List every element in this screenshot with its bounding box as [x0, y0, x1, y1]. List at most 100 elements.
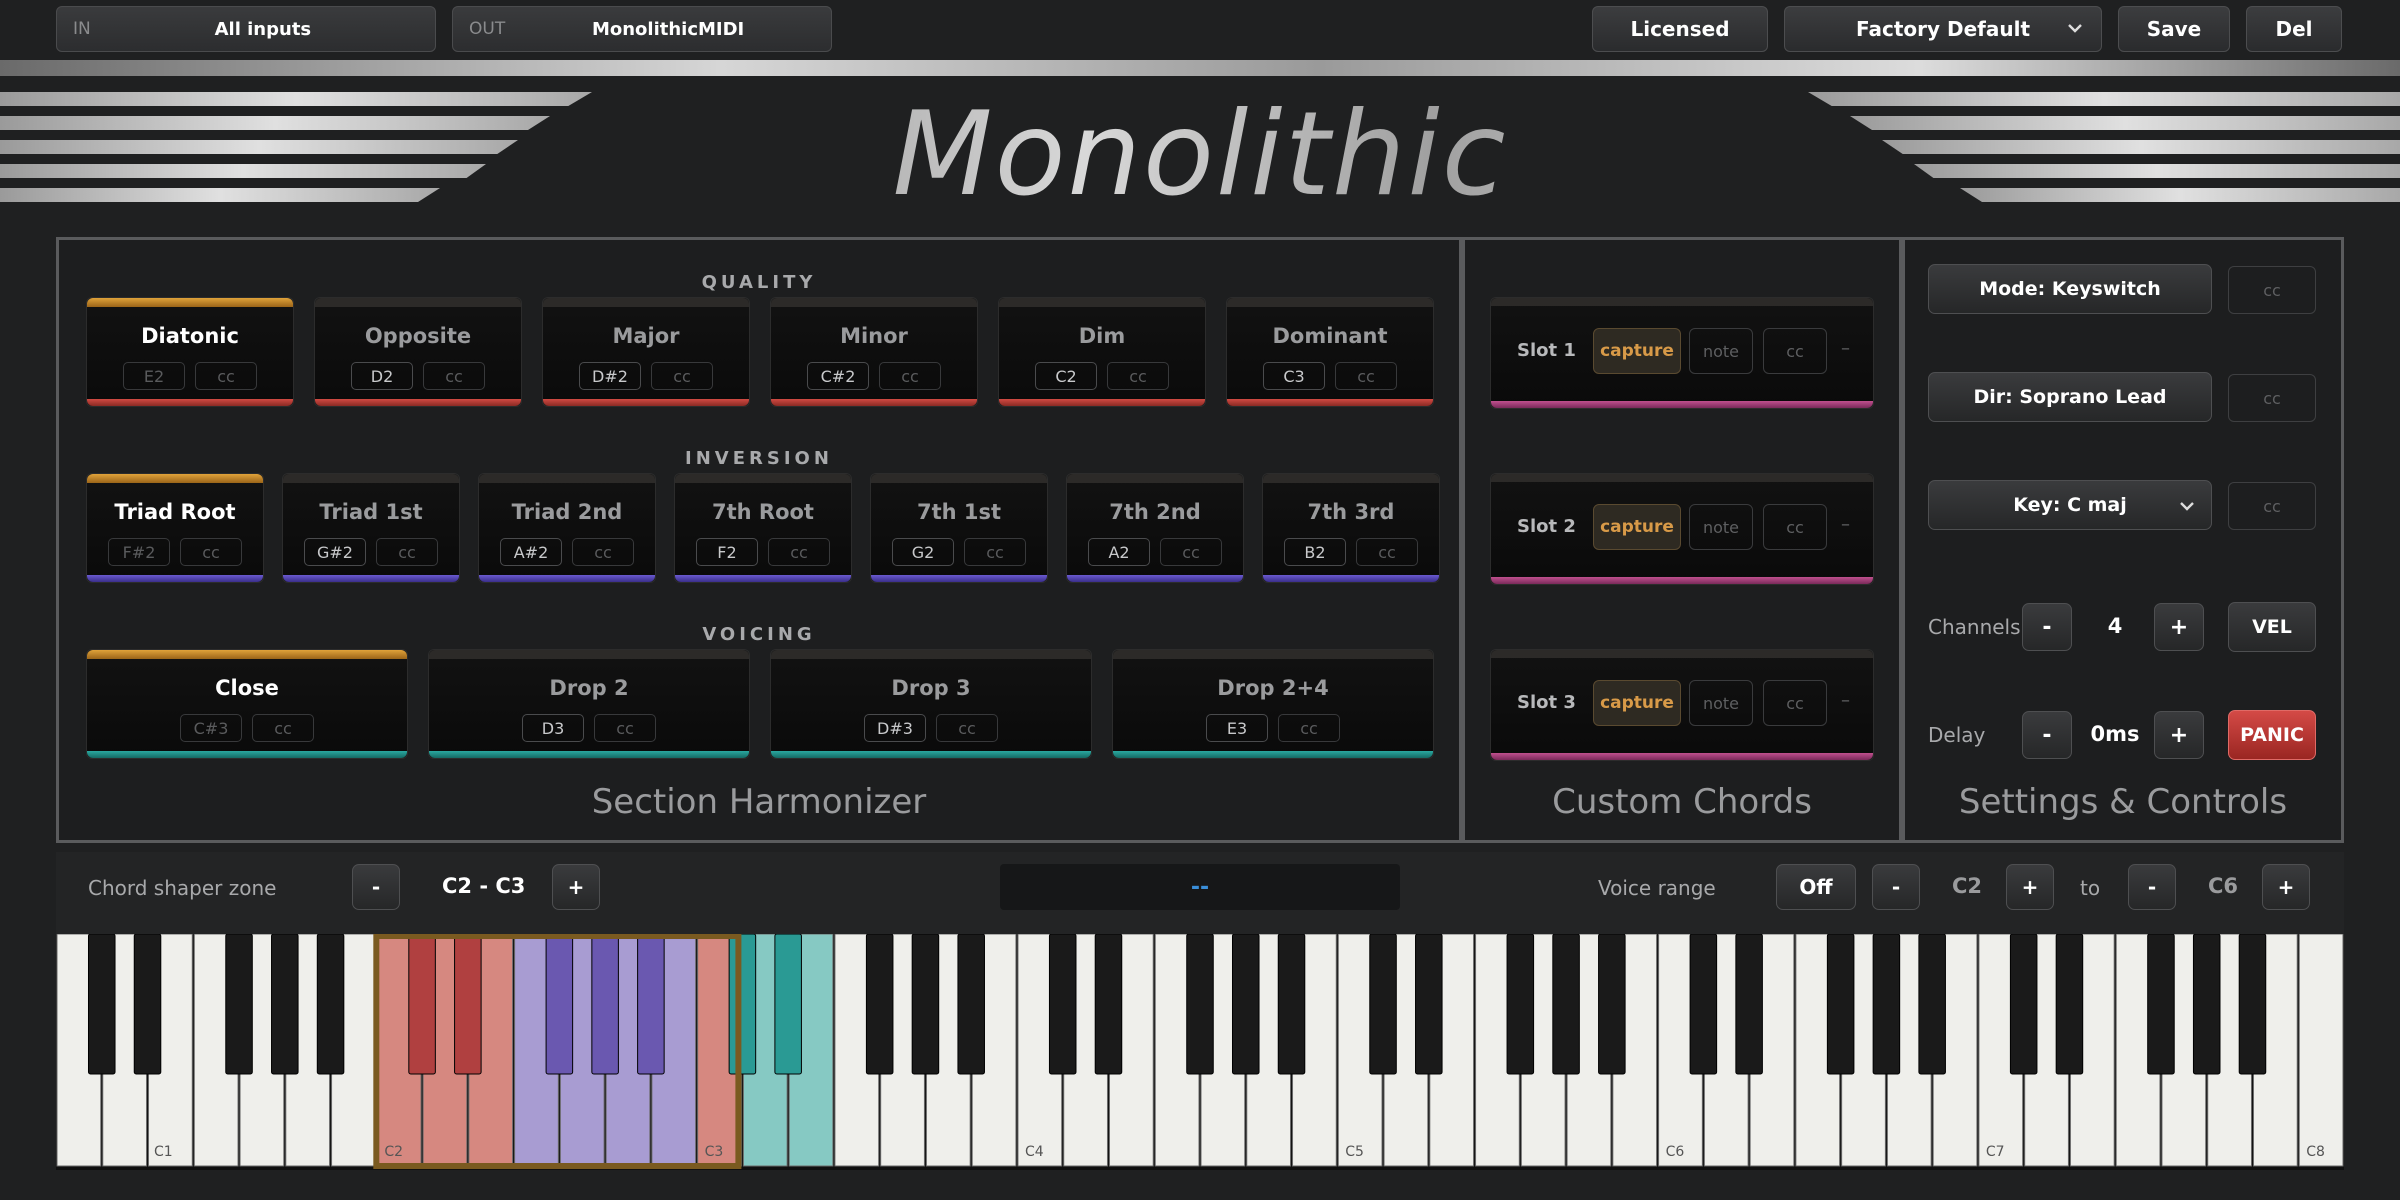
quality-button-2[interactable]: Major D#2 cc	[542, 297, 750, 407]
save-button[interactable]: Save	[2118, 6, 2230, 52]
black-key[interactable]	[1415, 933, 1443, 1075]
range-low-increment-button[interactable]: +	[2006, 864, 2054, 910]
quality-button-0[interactable]: Diatonic E2 cc	[86, 297, 294, 407]
note-chip[interactable]: C#2	[807, 362, 869, 390]
black-key[interactable]	[1735, 933, 1763, 1075]
black-key[interactable]	[2009, 933, 2038, 1075]
black-key[interactable]	[1277, 933, 1306, 1075]
cc-chip[interactable]: cc	[1335, 362, 1397, 390]
black-key[interactable]	[1231, 933, 1260, 1075]
capture-button[interactable]: capture	[1593, 504, 1681, 550]
cc-chip[interactable]: cc	[768, 538, 830, 566]
note-chip[interactable]: D2	[351, 362, 413, 390]
cc-chip[interactable]: cc	[1107, 362, 1169, 390]
black-key[interactable]	[2192, 933, 2221, 1075]
black-key[interactable]	[774, 933, 802, 1075]
black-key[interactable]	[1506, 933, 1535, 1075]
piano-keys[interactable]: C1 C2 C3 C4 C5 C6 C7 C8	[56, 933, 2344, 1170]
cc-chip[interactable]: cc	[594, 714, 656, 742]
black-key[interactable]	[133, 933, 162, 1075]
key-dropdown[interactable]: Key: C maj	[1928, 480, 2212, 530]
direction-button[interactable]: Dir: Soprano Lead	[1928, 372, 2212, 422]
delay-decrement-button[interactable]: -	[2022, 711, 2072, 759]
slot-cc-field[interactable]: cc	[1763, 504, 1827, 550]
inversion-button-4[interactable]: 7th 1st G2 cc	[870, 473, 1048, 583]
note-chip[interactable]: A2	[1088, 538, 1150, 566]
cc-chip[interactable]: cc	[1278, 714, 1340, 742]
cc-chip[interactable]: cc	[195, 362, 257, 390]
note-chip[interactable]: D#3	[864, 714, 926, 742]
note-chip[interactable]: C2	[1035, 362, 1097, 390]
black-key[interactable]	[316, 933, 345, 1075]
zone-decrement-button[interactable]: -	[352, 864, 400, 910]
license-button[interactable]: Licensed	[1592, 6, 1768, 52]
quality-button-5[interactable]: Dominant C3 cc	[1226, 297, 1434, 407]
note-chip[interactable]: E2	[123, 362, 185, 390]
quality-button-3[interactable]: Minor C#2 cc	[770, 297, 978, 407]
black-key[interactable]	[1369, 933, 1397, 1075]
range-high-increment-button[interactable]: +	[2262, 864, 2310, 910]
slot-note-field[interactable]: note	[1689, 328, 1753, 374]
slot-cc-field[interactable]: cc	[1763, 328, 1827, 374]
note-chip[interactable]: D3	[522, 714, 584, 742]
black-key[interactable]	[2147, 933, 2175, 1075]
zone-increment-button[interactable]: +	[552, 864, 600, 910]
cc-chip[interactable]: cc	[936, 714, 998, 742]
cc-chip[interactable]: cc	[252, 714, 314, 742]
note-chip[interactable]: G#2	[304, 538, 366, 566]
inversion-button-6[interactable]: 7th 3rd B2 cc	[1262, 473, 1440, 583]
slot-note-field[interactable]: note	[1689, 680, 1753, 726]
cc-chip[interactable]: cc	[651, 362, 713, 390]
note-chip[interactable]: F2	[696, 538, 758, 566]
inversion-button-1[interactable]: Triad 1st G#2 cc	[282, 473, 460, 583]
black-key[interactable]	[865, 933, 894, 1075]
black-key[interactable]	[1598, 933, 1626, 1075]
note-chip[interactable]: D#2	[579, 362, 641, 390]
direction-cc-field[interactable]: cc	[2228, 374, 2316, 422]
voice-range-toggle[interactable]: Off	[1776, 864, 1856, 910]
white-key[interactable]	[2298, 933, 2344, 1167]
mode-cc-field[interactable]: cc	[2228, 266, 2316, 314]
black-key[interactable]	[957, 933, 985, 1075]
black-key[interactable]	[2055, 933, 2084, 1075]
black-key[interactable]	[1094, 933, 1123, 1075]
black-key[interactable]	[1918, 933, 1946, 1075]
channels-decrement-button[interactable]: -	[2022, 603, 2072, 651]
capture-button[interactable]: capture	[1593, 328, 1681, 374]
key-cc-field[interactable]: cc	[2228, 482, 2316, 530]
black-key[interactable]	[728, 933, 757, 1075]
black-key[interactable]	[1872, 933, 1901, 1075]
black-key[interactable]	[545, 933, 574, 1075]
note-chip[interactable]: G2	[892, 538, 954, 566]
black-key[interactable]	[1186, 933, 1214, 1075]
black-key[interactable]	[408, 933, 436, 1075]
cc-chip[interactable]: cc	[423, 362, 485, 390]
black-key[interactable]	[2238, 933, 2267, 1075]
black-key[interactable]	[271, 933, 299, 1075]
cc-chip[interactable]: cc	[572, 538, 634, 566]
voicing-button-2[interactable]: Drop 3 D#3 cc	[770, 649, 1092, 759]
inversion-button-2[interactable]: Triad 2nd A#2 cc	[478, 473, 656, 583]
inversion-button-3[interactable]: 7th Root F2 cc	[674, 473, 852, 583]
note-chip[interactable]: C#3	[180, 714, 242, 742]
cc-chip[interactable]: cc	[879, 362, 941, 390]
black-key[interactable]	[225, 933, 253, 1075]
black-key[interactable]	[87, 933, 116, 1075]
cc-chip[interactable]: cc	[1356, 538, 1418, 566]
black-key[interactable]	[1826, 933, 1855, 1075]
capture-button[interactable]: capture	[1593, 680, 1681, 726]
mode-button[interactable]: Mode: Keyswitch	[1928, 264, 2212, 314]
black-key[interactable]	[1552, 933, 1580, 1075]
black-key[interactable]	[911, 933, 940, 1075]
black-key[interactable]	[637, 933, 665, 1075]
voicing-button-1[interactable]: Drop 2 D3 cc	[428, 649, 750, 759]
range-low-decrement-button[interactable]: -	[1872, 864, 1920, 910]
inversion-button-5[interactable]: 7th 2nd A2 cc	[1066, 473, 1244, 583]
delay-increment-button[interactable]: +	[2154, 711, 2204, 759]
cc-chip[interactable]: cc	[1160, 538, 1222, 566]
voicing-button-0[interactable]: Close C#3 cc	[86, 649, 408, 759]
black-key[interactable]	[454, 933, 482, 1075]
cc-chip[interactable]: cc	[180, 538, 242, 566]
note-chip[interactable]: B2	[1284, 538, 1346, 566]
black-key[interactable]	[591, 933, 619, 1075]
